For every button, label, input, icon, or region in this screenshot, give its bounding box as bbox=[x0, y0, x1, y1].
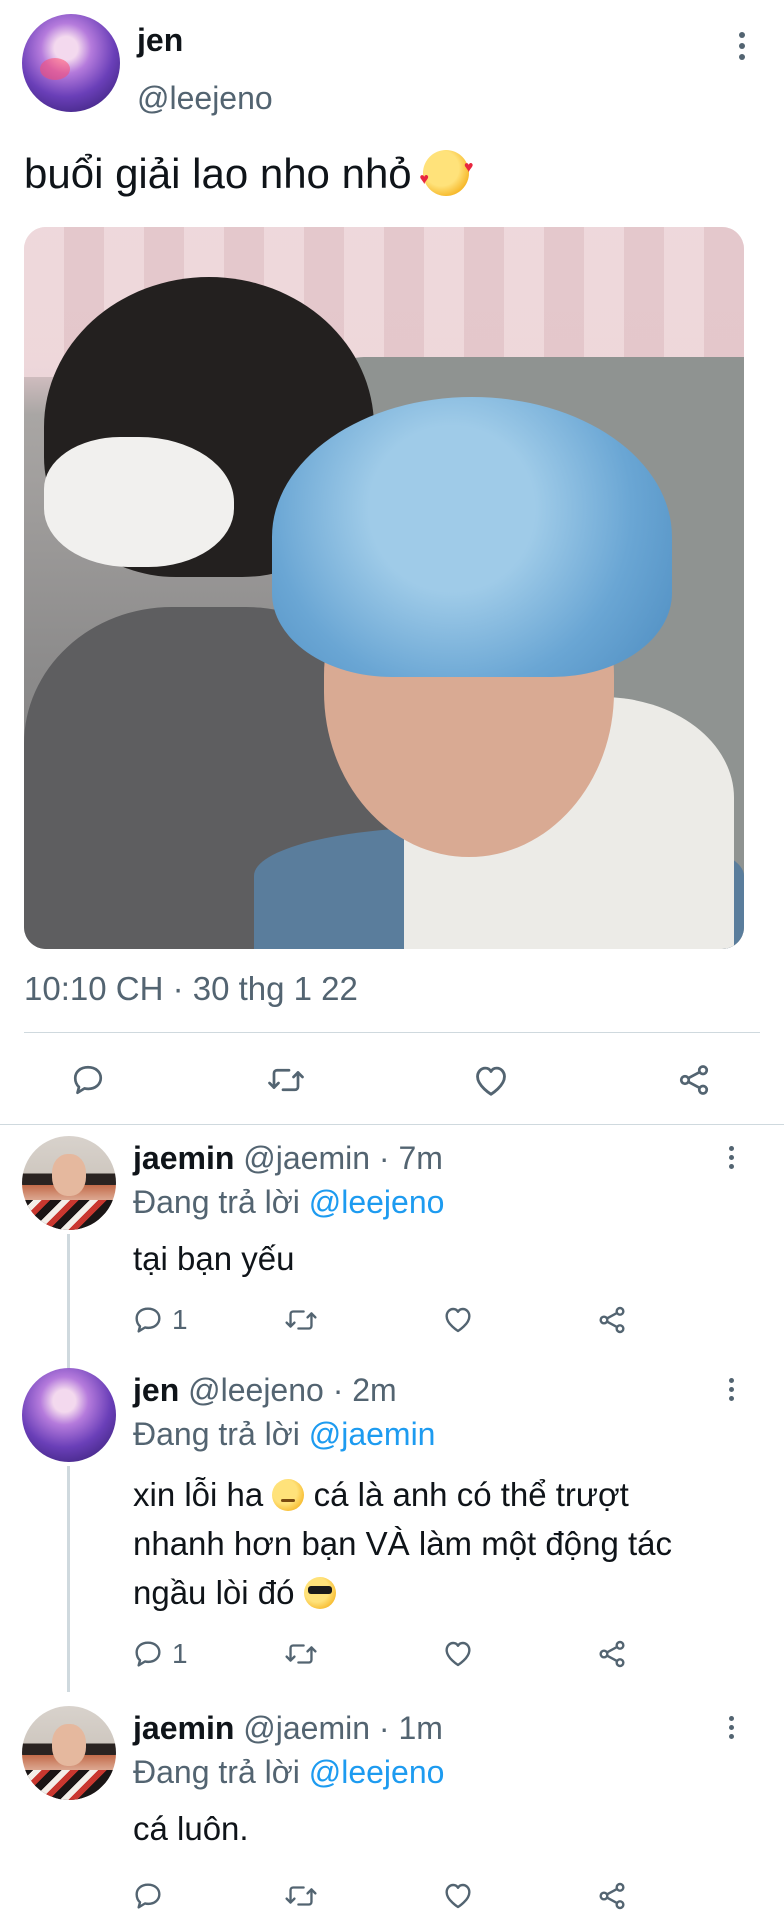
retweet-icon[interactable] bbox=[284, 1880, 318, 1912]
avatar[interactable] bbox=[22, 1136, 116, 1230]
sunglasses-face-icon bbox=[303, 1577, 336, 1609]
replying-to: Đang trả lời @leejeno bbox=[133, 1754, 444, 1791]
share-icon[interactable] bbox=[596, 1638, 628, 1670]
reply-icon bbox=[135, 1307, 161, 1333]
replying-prefix: Đang trả lời bbox=[133, 1184, 300, 1220]
share-icon[interactable] bbox=[596, 1304, 628, 1336]
reply-author-name[interactable]: jen bbox=[133, 1372, 179, 1408]
reply-meta: @leejeno · 2m bbox=[188, 1372, 397, 1408]
reply-text: tại bạn yếu bbox=[133, 1240, 295, 1277]
reply-author-name[interactable]: jaemin bbox=[133, 1710, 234, 1746]
like-icon[interactable] bbox=[442, 1304, 474, 1334]
reply-header: jaemin @jaemin · 1m bbox=[133, 1710, 443, 1747]
tweet-timestamp[interactable]: 10:10 CH · 30 thg 1 22 bbox=[24, 970, 358, 1008]
reply-header: jen @leejeno · 2m bbox=[133, 1372, 397, 1409]
reply-count: 1 bbox=[172, 1304, 188, 1335]
smiling-face-with-hearts-icon bbox=[419, 142, 473, 206]
author-avatar[interactable] bbox=[22, 14, 120, 112]
share-icon[interactable] bbox=[676, 1062, 712, 1098]
divider bbox=[24, 1032, 760, 1033]
mention-link[interactable]: @leejeno bbox=[309, 1754, 445, 1790]
retweet-icon[interactable] bbox=[284, 1304, 318, 1336]
reply-text: xin lỗi ha cá là anh có thể trượt nhanh … bbox=[133, 1470, 723, 1617]
avatar[interactable] bbox=[22, 1706, 116, 1800]
mention-link[interactable]: @leejeno bbox=[309, 1184, 445, 1220]
more-options-icon[interactable] bbox=[716, 1712, 746, 1742]
replying-to: Đang trả lời @jaemin bbox=[133, 1416, 435, 1453]
author-handle[interactable]: @leejeno bbox=[137, 80, 273, 117]
reply-meta: @jaemin · 7m bbox=[243, 1140, 443, 1176]
smirking-face-icon bbox=[272, 1479, 305, 1511]
reply-button[interactable]: 1 bbox=[132, 1304, 188, 1336]
tweet-text: buổi giải lao nho nhỏ bbox=[24, 142, 473, 206]
reply-button[interactable] bbox=[132, 1880, 172, 1912]
replying-prefix: Đang trả lời bbox=[133, 1416, 300, 1452]
more-options-icon[interactable] bbox=[716, 1374, 746, 1404]
replying-prefix: Đang trả lời bbox=[133, 1754, 300, 1790]
more-options-icon[interactable] bbox=[716, 1142, 746, 1172]
tweet-text-content: buổi giải lao nho nhỏ bbox=[24, 150, 412, 197]
reply-text-part1: xin lỗi ha bbox=[133, 1476, 264, 1513]
reply-header: jaemin @jaemin · 7m bbox=[133, 1140, 443, 1177]
reply-meta: @jaemin · 1m bbox=[243, 1710, 443, 1746]
replying-to: Đang trả lời @leejeno bbox=[133, 1184, 444, 1221]
mention-link[interactable]: @jaemin bbox=[309, 1416, 436, 1452]
reply-text: cá luôn. bbox=[133, 1810, 249, 1847]
reply-count: 1 bbox=[172, 1638, 188, 1669]
retweet-icon[interactable] bbox=[266, 1062, 306, 1098]
reply-icon bbox=[135, 1883, 161, 1909]
reply-author-name[interactable]: jaemin bbox=[133, 1140, 234, 1176]
tweet-actions bbox=[0, 1048, 784, 1108]
author-name[interactable]: jen bbox=[137, 22, 183, 59]
share-icon[interactable] bbox=[596, 1880, 628, 1912]
like-icon[interactable] bbox=[472, 1062, 510, 1098]
tweet-photo[interactable] bbox=[24, 227, 744, 949]
reply-button[interactable]: 1 bbox=[132, 1638, 188, 1670]
reply-icon[interactable] bbox=[70, 1062, 106, 1098]
divider bbox=[0, 1124, 784, 1125]
like-icon[interactable] bbox=[442, 1880, 474, 1910]
thread-line bbox=[67, 1466, 70, 1692]
avatar[interactable] bbox=[22, 1368, 116, 1462]
reply-icon bbox=[135, 1641, 161, 1667]
more-options-icon[interactable] bbox=[724, 28, 760, 64]
like-icon[interactable] bbox=[442, 1638, 474, 1668]
retweet-icon[interactable] bbox=[284, 1638, 318, 1670]
